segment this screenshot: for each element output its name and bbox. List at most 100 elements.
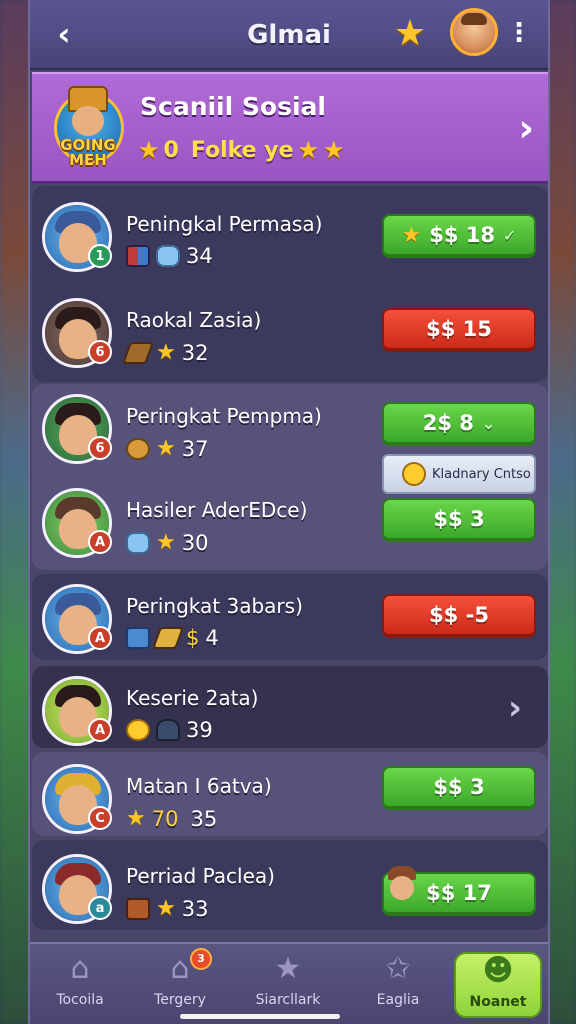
nav-label: Eaglia bbox=[376, 992, 420, 1008]
stamp-icon bbox=[156, 719, 180, 741]
list-item[interactable]: 6 Raokal Zasia) ★ 32 $$ 15 bbox=[30, 286, 546, 378]
reward-button-label: $$ 3 bbox=[433, 507, 485, 531]
book-icon bbox=[126, 245, 150, 267]
reward-button-label: $$ 18 bbox=[429, 223, 496, 247]
banner-subtitle: ★ 0 Folke ye ★ ★ bbox=[138, 136, 345, 164]
reward-button[interactable]: 2$ 8 ⌄ bbox=[382, 402, 536, 446]
player-name: Peningkal Permasa) bbox=[126, 212, 323, 236]
nav-item-tergery[interactable]: ⌂ 3 Tergery bbox=[130, 948, 230, 1018]
list-item[interactable]: 6 Peringkat Pempma) ★ 37 2$ 8 ⌄ Kladnary… bbox=[30, 382, 546, 494]
stat-value: 37 bbox=[181, 436, 209, 461]
nav-label: Tocoila bbox=[56, 992, 104, 1008]
player-stats: ★ 32 bbox=[121, 340, 209, 365]
reward-button[interactable]: ★ $$ 18 ✓ bbox=[382, 214, 536, 258]
logo-text: GOING MEH bbox=[60, 136, 116, 169]
reward-button-label: $$ 3 bbox=[433, 775, 485, 799]
rank-badge: A bbox=[88, 626, 112, 650]
nav-label: Noanet bbox=[469, 994, 527, 1010]
rank-badge: C bbox=[88, 806, 112, 830]
coin-icon bbox=[126, 719, 150, 741]
social-banner[interactable]: GOING MEH Scaniil Sosial ★ 0 Folke ye ★ ★… bbox=[32, 72, 548, 184]
nav-item-tocoila[interactable]: ⌂ Tocoila bbox=[30, 952, 130, 1018]
player-stats: $ 4 bbox=[126, 626, 219, 650]
reward-button[interactable]: $$ -5 bbox=[382, 594, 536, 638]
banner-title: Scaniil Sosial bbox=[140, 92, 326, 121]
player-name: Peringkat 3abars) bbox=[126, 594, 303, 618]
list-item[interactable]: C Matan I 6atva) ★ 70 35 $$ 3 bbox=[30, 752, 546, 844]
player-stats: ★ 30 bbox=[126, 530, 208, 555]
star-icon: ★ bbox=[297, 136, 320, 164]
rank-badge: a bbox=[88, 896, 112, 920]
card-icon bbox=[126, 627, 150, 649]
rank-badge: 6 bbox=[88, 340, 112, 364]
nav-label: Siarcllark bbox=[255, 992, 321, 1008]
profile-avatar[interactable] bbox=[450, 8, 498, 56]
star-icon: ★ bbox=[156, 436, 176, 461]
leaderboard-panel: ‹ Glmai ★ ⋮ GOING MEH Scaniil Sosial ★ 0… bbox=[28, 0, 550, 1024]
notification-badge: 3 bbox=[190, 948, 212, 970]
player-name: Perriad Paclea) bbox=[126, 864, 275, 888]
stat-value: 30 bbox=[181, 530, 209, 555]
more-menu-button[interactable]: ⋮ bbox=[506, 16, 532, 52]
stat-value: 32 bbox=[181, 340, 209, 365]
more-vertical-icon: ⋮ bbox=[506, 18, 532, 48]
gem-icon bbox=[126, 531, 150, 554]
chest-icon bbox=[126, 897, 150, 920]
stat-value: 33 bbox=[181, 896, 209, 921]
reward-button-label: $$ -5 bbox=[429, 603, 489, 627]
rank-badge: 6 bbox=[88, 436, 112, 460]
rank-badge: 1 bbox=[88, 244, 112, 268]
player-stats: ★ 37 bbox=[126, 436, 208, 461]
bottom-nav: ⌂ Tocoila ⌂ 3 Tergery ★ Siarcllark ✩ Eag… bbox=[30, 942, 548, 1024]
reward-button-label: 2$ 8 bbox=[422, 411, 474, 435]
reward-button[interactable]: $$ 3 bbox=[382, 498, 536, 542]
mini-avatar bbox=[384, 866, 420, 908]
player-name: Keserie 2ata) bbox=[126, 686, 259, 710]
logo-face bbox=[72, 106, 104, 136]
chevron-down-icon: ⌄ bbox=[481, 413, 496, 433]
player-stats: 39 bbox=[126, 718, 213, 742]
nav-item-noanet[interactable]: ☻ Noanet bbox=[454, 952, 542, 1018]
player-stats: ★ 33 bbox=[126, 896, 208, 921]
player-name: Raokal Zasia) bbox=[126, 308, 262, 332]
gear-icon bbox=[126, 437, 150, 460]
favorite-button[interactable]: ★ bbox=[390, 14, 430, 54]
reward-button-label: $$ 17 bbox=[426, 881, 492, 905]
home-icon: ⌂ bbox=[70, 951, 90, 986]
reward-button[interactable]: $$ 3 bbox=[382, 766, 536, 810]
list-item[interactable]: 1 Peningkal Permasa) 34 ★ $$ 18 ✓ bbox=[30, 190, 546, 282]
star-icon: ★ bbox=[138, 136, 160, 164]
star-icon: ★ bbox=[393, 13, 427, 54]
star-outline-icon: ✩ bbox=[385, 951, 411, 986]
star-icon: ★ bbox=[274, 951, 302, 986]
star-icon: ★ bbox=[156, 340, 176, 365]
header-bar: ‹ Glmai ★ ⋮ bbox=[30, 0, 548, 70]
stat-gold-value: 70 bbox=[151, 806, 179, 831]
star-icon: ★ bbox=[156, 896, 176, 921]
list-item[interactable]: A Hasiler AderEDce) ★ 30 $$ 3 bbox=[30, 476, 546, 568]
gold-bar-icon bbox=[151, 627, 185, 649]
player-stats: 34 bbox=[126, 244, 213, 268]
chevron-right-icon[interactable]: › bbox=[508, 688, 522, 728]
home-indicator[interactable] bbox=[180, 1014, 340, 1019]
nav-item-siarcllark[interactable]: ★ Siarcllark bbox=[238, 952, 338, 1018]
rank-badge: A bbox=[88, 530, 112, 554]
stat-value: 39 bbox=[186, 718, 213, 742]
banner-count: 0 bbox=[163, 137, 179, 163]
star-icon: ★ bbox=[323, 136, 345, 164]
check-icon: ✓ bbox=[503, 225, 517, 245]
list-item[interactable]: A Keserie 2ata) 39 › bbox=[30, 664, 546, 756]
rank-badge: A bbox=[88, 718, 112, 742]
list-item[interactable]: a Perriad Paclea) ★ 33 $$ 17 bbox=[30, 842, 546, 934]
game-logo: GOING MEH bbox=[46, 84, 130, 174]
stat-value: 34 bbox=[186, 244, 213, 268]
list-item[interactable]: A Peringkat 3abars) $ 4 $$ -5 bbox=[30, 572, 546, 664]
stat-value: 35 bbox=[190, 806, 218, 831]
gem-icon bbox=[156, 245, 180, 267]
player-name: Peringkat Pempma) bbox=[126, 404, 322, 428]
nav-item-eaglia[interactable]: ✩ Eaglia bbox=[348, 952, 448, 1018]
wood-icon bbox=[121, 341, 155, 364]
star-icon: ★ bbox=[126, 806, 146, 831]
player-name: Matan I 6atva) bbox=[126, 774, 272, 798]
reward-button[interactable]: $$ 15 bbox=[382, 308, 536, 352]
